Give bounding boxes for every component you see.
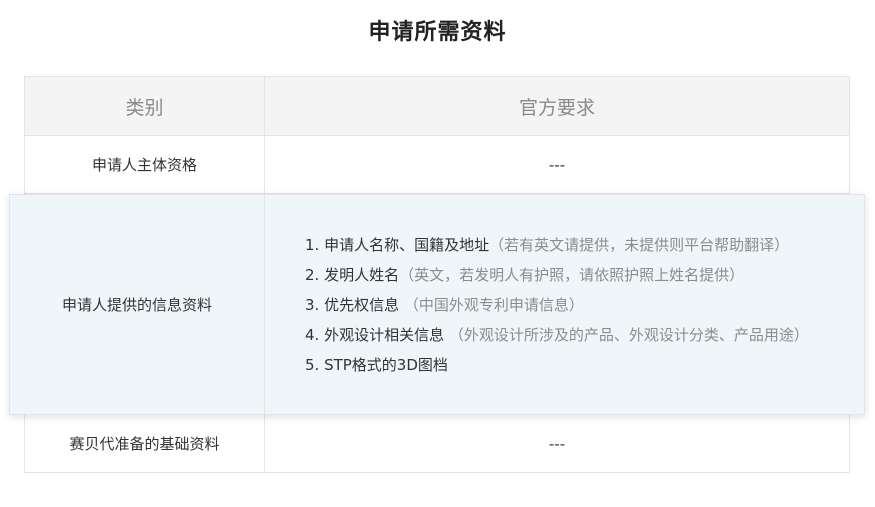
item-text: 4. 外观设计相关信息 xyxy=(305,325,449,344)
header-requirement: 官方要求 xyxy=(518,96,595,119)
table-header-row: 类别 官方要求 xyxy=(24,76,850,136)
row-requirement: --- xyxy=(548,434,566,453)
item-note: （若有英文请提供，未提供则平台帮助翻译） xyxy=(489,235,790,254)
row-requirement: --- xyxy=(548,155,566,174)
item-text: 2. 发明人姓名 xyxy=(305,265,400,284)
list-item: 2. 发明人姓名（英文，若发明人有护照，请依照护照上姓名提供） xyxy=(305,260,809,290)
list-item: 5. STP格式的3D图档 xyxy=(305,350,809,380)
requirement-list: 1. 申请人名称、国籍及地址（若有英文请提供，未提供则平台帮助翻译） 2. 发明… xyxy=(305,230,809,380)
item-note: （外观设计所涉及的产品、外观设计分类、产品用途） xyxy=(448,325,809,344)
item-text: 3. 优先权信息 xyxy=(305,295,404,314)
list-item: 3. 优先权信息 （中国外观专利申请信息） xyxy=(305,290,809,320)
list-item: 1. 申请人名称、国籍及地址（若有英文请提供，未提供则平台帮助翻译） xyxy=(305,230,809,260)
row-requirement: 1. 申请人名称、国籍及地址（若有英文请提供，未提供则平台帮助翻译） 2. 发明… xyxy=(265,195,864,414)
item-note: （英文，若发明人有护照，请依照护照上姓名提供） xyxy=(399,265,745,284)
list-item: 4. 外观设计相关信息 （外观设计所涉及的产品、外观设计分类、产品用途） xyxy=(305,320,809,350)
page-title: 申请所需资料 xyxy=(368,20,507,45)
table-row: 赛贝代准备的基础资料 --- xyxy=(24,415,850,473)
row-category: 申请人提供的信息资料 xyxy=(10,195,265,414)
row-category: 赛贝代准备的基础资料 xyxy=(25,415,265,472)
row-category: 申请人主体资格 xyxy=(25,136,265,193)
item-note: （中国外观专利申请信息） xyxy=(403,295,584,314)
requirements-table: 类别 官方要求 申请人主体资格 --- 申请人提供的信息资料 1. 申请人名称、… xyxy=(9,76,865,473)
item-text: 5. STP格式的3D图档 xyxy=(305,355,448,374)
table-row-highlighted: 申请人提供的信息资料 1. 申请人名称、国籍及地址（若有英文请提供，未提供则平台… xyxy=(9,194,865,415)
item-text: 1. 申请人名称、国籍及地址 xyxy=(305,235,490,254)
table-row: 申请人主体资格 --- xyxy=(24,136,850,194)
header-category: 类别 xyxy=(25,77,265,135)
